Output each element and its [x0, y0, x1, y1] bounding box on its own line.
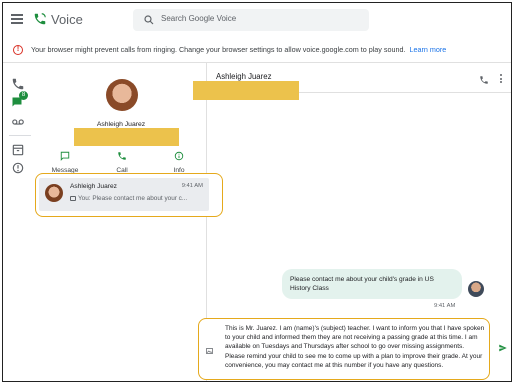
thread-list-item[interactable]: Ashleigh Juarez 9:41 AM You: Please cont…: [35, 173, 223, 217]
app-frame: Voice Search Google Voice ! Your browser…: [2, 2, 512, 382]
thread-snippet-text: You: Please contact me about your c...: [78, 195, 188, 202]
app-title[interactable]: Voice: [51, 12, 83, 27]
thread-item-background: Ashleigh Juarez 9:41 AM You: Please cont…: [39, 178, 209, 211]
image-attach-icon[interactable]: [205, 347, 214, 355]
user-avatar: [468, 281, 484, 297]
info-icon: [174, 151, 184, 161]
messages-badge: 8: [19, 91, 28, 100]
nav-rail: 8: [3, 63, 35, 381]
menu-icon[interactable]: [11, 14, 23, 24]
redacted-phone-number: [193, 81, 299, 100]
contact-name: Ashleigh Juarez: [96, 121, 146, 128]
search-input[interactable]: Search Google Voice: [161, 14, 236, 23]
message-action-button[interactable]: Message: [45, 151, 85, 174]
warning-icon: !: [13, 45, 23, 55]
thread-time: 9:41 AM: [181, 183, 203, 189]
conversation-pane: Ashleigh Juarez Please contact me about …: [193, 63, 511, 381]
calls-nav-icon[interactable]: [11, 77, 25, 91]
compose-box[interactable]: This is Mr. Juarez. I am (name)'s (subje…: [198, 318, 490, 380]
call-action-button[interactable]: Call: [102, 151, 142, 174]
learn-more-link[interactable]: Learn more: [409, 45, 446, 54]
thread-snippet: You: Please contact me about your c...: [70, 195, 187, 202]
browser-warning-banner: ! Your browser might prevent calls from …: [3, 37, 511, 63]
info-action-button[interactable]: Info: [159, 151, 199, 174]
call-icon[interactable]: [479, 75, 489, 85]
spam-nav-icon[interactable]: [11, 161, 25, 175]
message-input[interactable]: This is Mr. Juarez. I am (name)'s (subje…: [225, 324, 485, 370]
thread-avatar: [45, 184, 63, 202]
voice-logo-icon: [34, 13, 46, 25]
send-icon[interactable]: [498, 343, 508, 353]
voicemail-nav-icon[interactable]: [11, 115, 25, 129]
messages-nav-item[interactable]: 8: [11, 91, 28, 109]
banner-message: Your browser might prevent calls from ri…: [31, 45, 406, 54]
message-icon: [60, 151, 70, 161]
message-icon: [70, 195, 76, 201]
conversation-title: Ashleigh Juarez: [216, 72, 272, 81]
contact-pane: Ashleigh Juarez Message Call Info Ashlei…: [35, 63, 223, 381]
archive-nav-icon[interactable]: [11, 143, 25, 157]
redacted-phone-number: [74, 128, 179, 146]
phone-icon: [118, 152, 126, 160]
outgoing-message-bubble: Please contact me about your child's gra…: [282, 269, 462, 299]
more-options-icon[interactable]: [500, 74, 503, 84]
search-icon: [144, 15, 154, 25]
search-box[interactable]: Search Google Voice: [133, 9, 369, 31]
message-time: 9:41 AM: [434, 303, 456, 309]
contact-avatar: [106, 79, 138, 111]
rail-divider: [9, 135, 31, 136]
thread-contact-name: Ashleigh Juarez: [70, 183, 117, 190]
banner-text: Your browser might prevent calls from ri…: [31, 45, 446, 54]
top-bar: Voice Search Google Voice: [3, 3, 511, 37]
